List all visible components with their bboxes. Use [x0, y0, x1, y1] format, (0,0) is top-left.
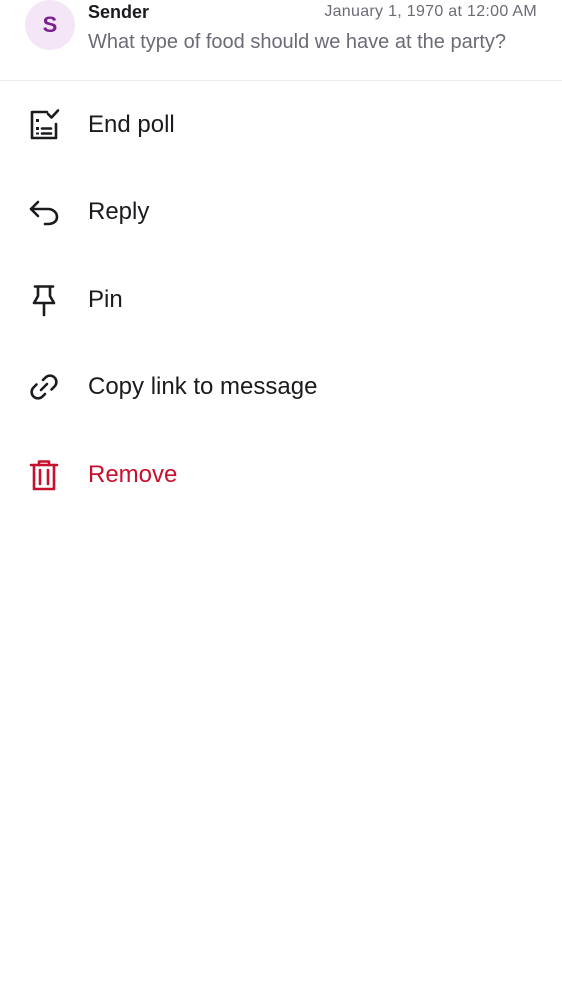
- poll-end-icon: [27, 108, 61, 142]
- end-poll-label: End poll: [88, 110, 175, 138]
- reply-button[interactable]: Reply: [0, 169, 562, 257]
- copy-link-label: Copy link to message: [88, 373, 318, 401]
- remove-label: Remove: [88, 460, 178, 488]
- copy-link-button[interactable]: Copy link to message: [0, 344, 562, 432]
- message-header: S Sender January 1, 1970 at 12:00 AM Wha…: [0, 0, 562, 81]
- remove-button[interactable]: Remove: [0, 431, 562, 519]
- pin-label: Pin: [88, 285, 123, 313]
- avatar-initial: S: [42, 12, 58, 37]
- message-actions-menu: End poll Reply Pin Copy link to message …: [0, 81, 562, 519]
- message-preview: What type of food should we have at the …: [88, 31, 507, 53]
- message-timestamp: January 1, 1970 at 12:00 AM: [324, 3, 537, 20]
- pin-button[interactable]: Pin: [0, 256, 562, 344]
- trash-icon: [27, 458, 61, 492]
- end-poll-button[interactable]: End poll: [0, 81, 562, 169]
- pin-icon: [27, 283, 61, 317]
- sender-name: Sender: [88, 2, 150, 22]
- avatar: S: [25, 0, 75, 50]
- reply-icon: [27, 195, 61, 229]
- reply-label: Reply: [88, 198, 150, 226]
- link-icon: [27, 370, 61, 404]
